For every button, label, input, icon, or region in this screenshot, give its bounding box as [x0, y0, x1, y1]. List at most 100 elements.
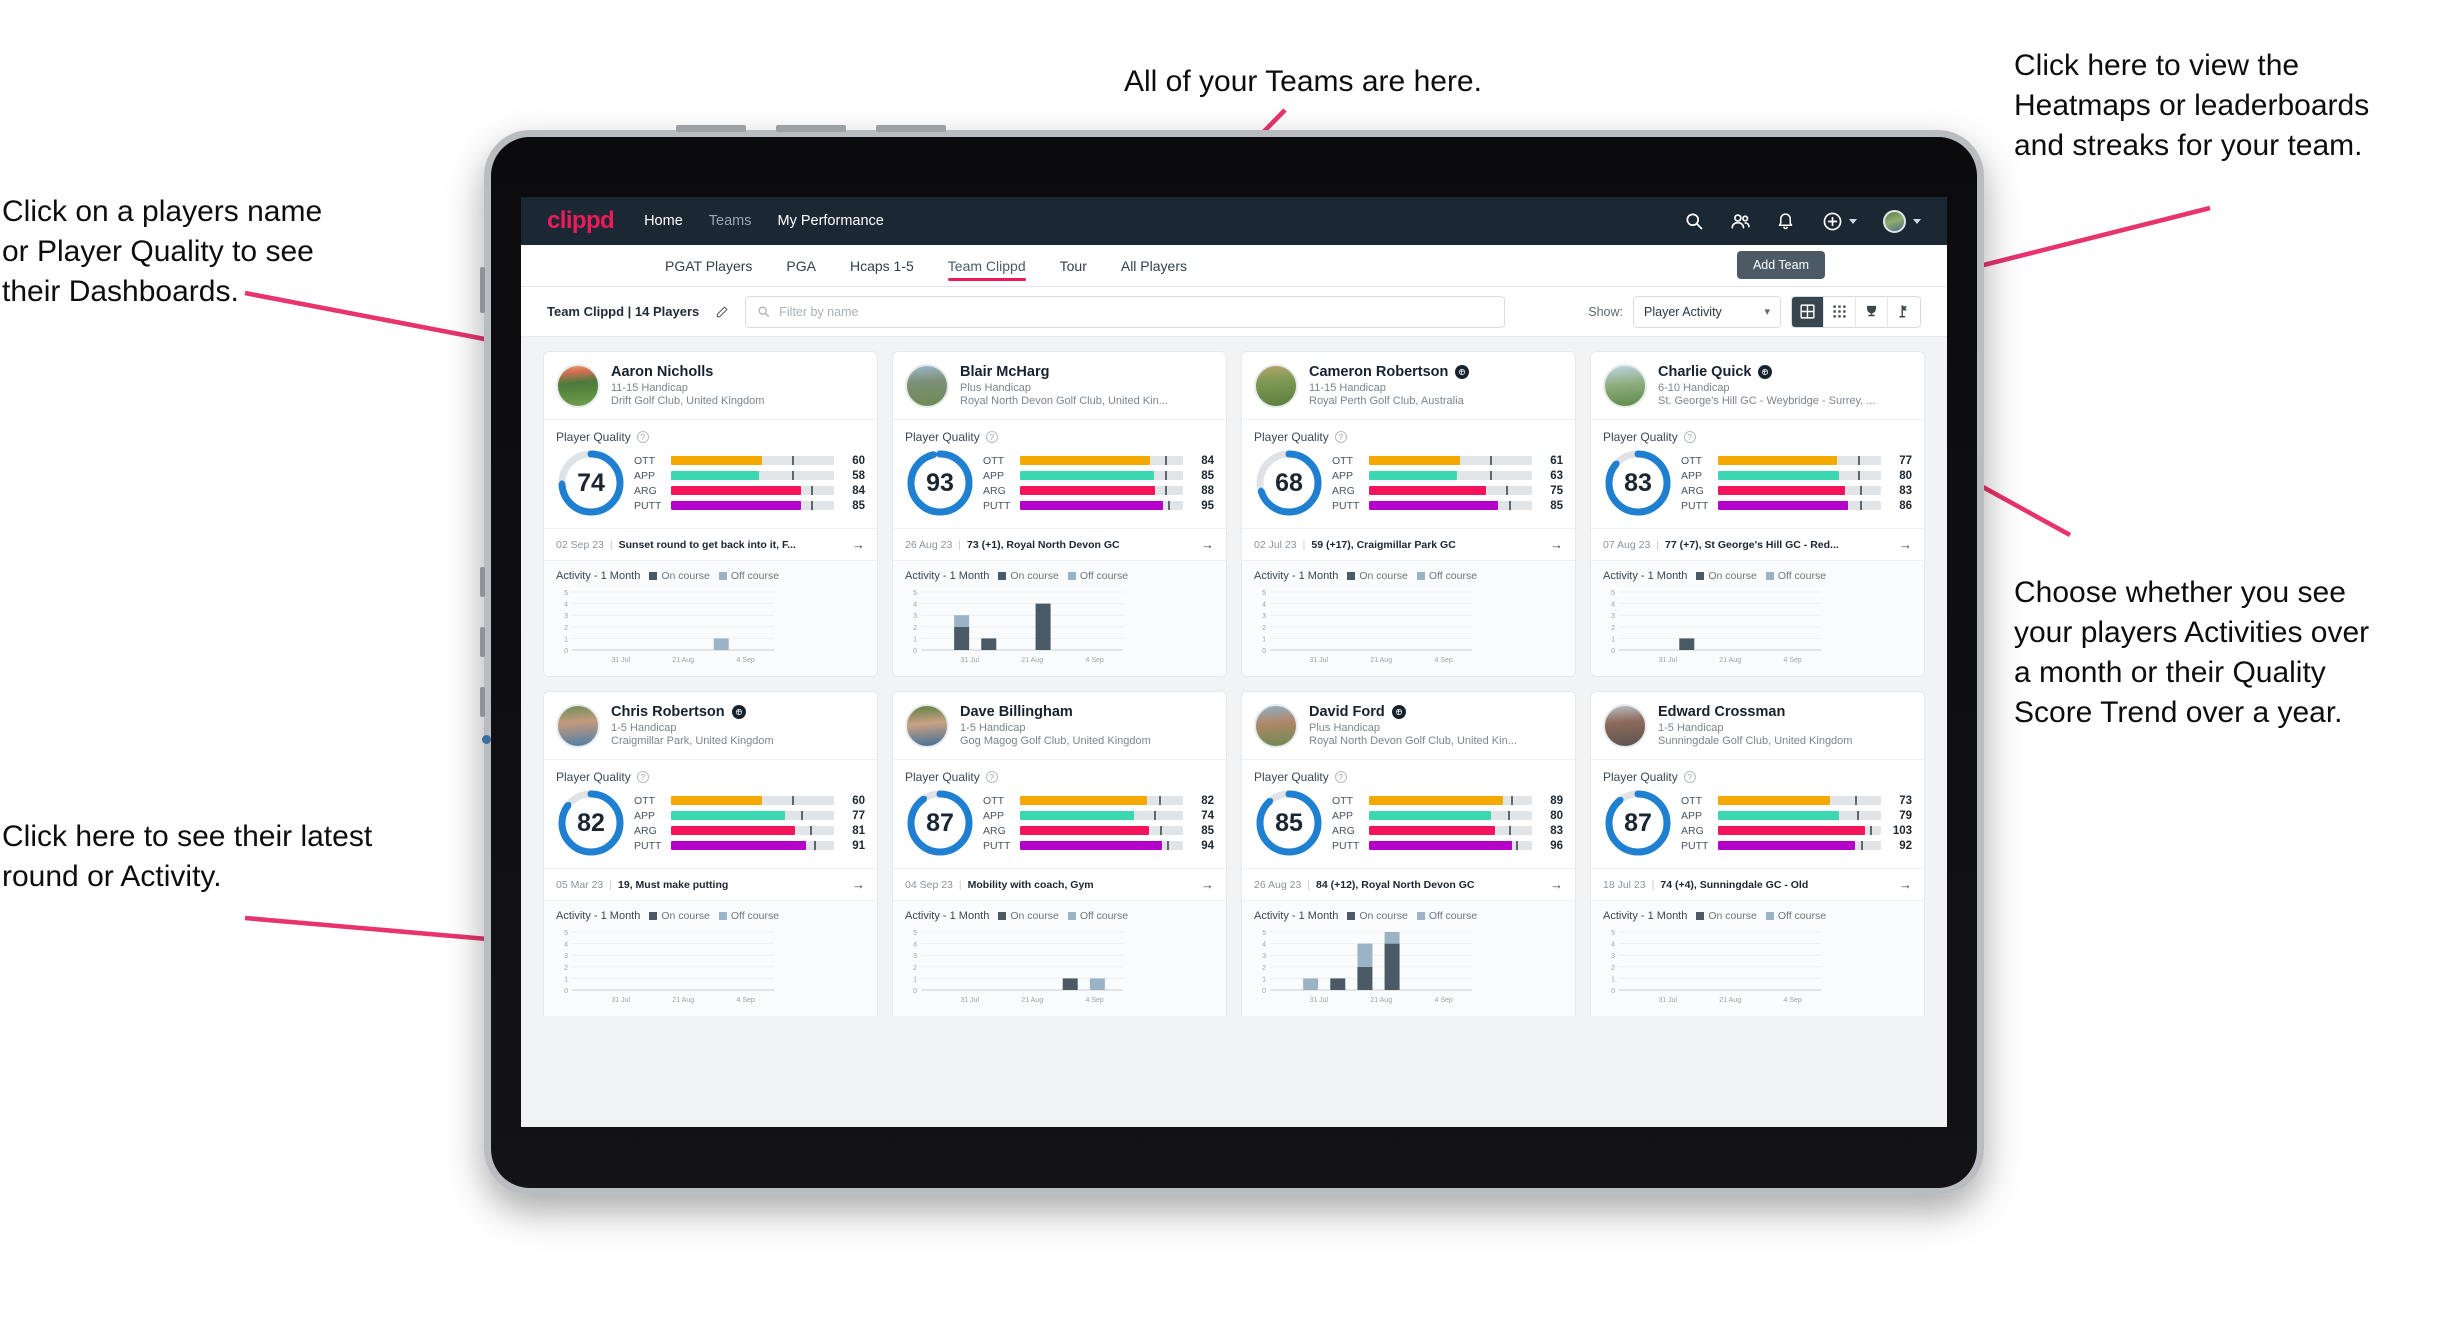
help-icon[interactable]: ?: [1334, 431, 1347, 443]
avatar[interactable]: [1254, 364, 1298, 408]
profile-menu[interactable]: [1883, 209, 1921, 233]
metric-bar: [1020, 811, 1183, 820]
arrow-right-icon[interactable]: →: [1550, 877, 1563, 892]
player-card[interactable]: Blair McHarg Plus Handicap Royal North D…: [892, 351, 1227, 677]
player-card[interactable]: Chris Robertson 1-5 Handicap Craigmillar…: [543, 691, 878, 1016]
add-team-button[interactable]: Add Team: [1736, 251, 1825, 279]
arrow-right-icon[interactable]: →: [852, 537, 865, 552]
avatar[interactable]: [1603, 704, 1647, 748]
add-menu[interactable]: [1822, 211, 1857, 231]
activity-chart-wrap: 0 1 2 3 4 5 31 Jul 21 Aug 4 Sep: [905, 588, 1214, 666]
arrow-right-icon[interactable]: →: [852, 877, 865, 892]
bell-icon[interactable]: [1776, 211, 1796, 231]
pencil-icon[interactable]: [711, 301, 733, 323]
player-quality-section[interactable]: Player Quality ? 93 OTT 84 APP 85 ARG 88…: [893, 420, 1226, 529]
people-icon[interactable]: [1730, 211, 1750, 231]
help-icon[interactable]: ?: [1683, 771, 1696, 783]
arrow-right-icon[interactable]: →: [1201, 877, 1214, 892]
arrow-right-icon[interactable]: →: [1201, 537, 1214, 552]
quality-score-ring: 82: [556, 788, 626, 858]
trophy-view-icon[interactable]: [1856, 296, 1888, 327]
player-card-header[interactable]: Charlie Quick 6-10 Handicap St. George's…: [1591, 352, 1924, 420]
avatar[interactable]: [1883, 209, 1906, 233]
show-select[interactable]: Player Activity ▾: [1633, 295, 1781, 328]
player-quality-section[interactable]: Player Quality ? 83 OTT 77 APP 80 ARG 83…: [1591, 420, 1924, 529]
avatar[interactable]: [905, 364, 949, 408]
player-card[interactable]: Edward Crossman 1-5 Handicap Sunningdale…: [1590, 691, 1925, 1016]
player-card[interactable]: Aaron Nicholls 11-15 Handicap Drift Golf…: [543, 351, 878, 677]
player-card-header[interactable]: Chris Robertson 1-5 Handicap Craigmillar…: [544, 692, 877, 760]
player-quality-section[interactable]: Player Quality ? 85 OTT 89 APP 80 ARG 83…: [1242, 760, 1575, 869]
player-card-header[interactable]: Edward Crossman 1-5 Handicap Sunningdale…: [1591, 692, 1924, 760]
latest-activity-row[interactable]: 07 Aug 23 | 77 (+7), St George's Hill GC…: [1591, 529, 1924, 561]
help-icon[interactable]: ?: [1334, 771, 1347, 783]
player-card-header[interactable]: Blair McHarg Plus Handicap Royal North D…: [893, 352, 1226, 420]
player-name[interactable]: Dave Billingham: [960, 704, 1073, 720]
dense-grid-view-icon[interactable]: [1824, 296, 1856, 327]
search-icon[interactable]: [1684, 211, 1704, 231]
avatar[interactable]: [556, 704, 600, 748]
player-card[interactable]: David Ford Plus Handicap Royal North Dev…: [1241, 691, 1576, 1016]
avatar[interactable]: [1603, 364, 1647, 408]
latest-activity-row[interactable]: 02 Sep 23 | Sunset round to get back int…: [544, 529, 877, 561]
svg-text:0: 0: [1262, 648, 1266, 655]
metric-bar: [1718, 456, 1881, 465]
player-card[interactable]: Dave Billingham 1-5 Handicap Gog Magog G…: [892, 691, 1227, 1016]
player-name[interactable]: Charlie Quick: [1658, 364, 1751, 380]
help-icon[interactable]: ?: [985, 431, 998, 443]
latest-activity-row[interactable]: 18 Jul 23 | 74 (+4), Sunningdale GC - Ol…: [1591, 869, 1924, 901]
arrow-right-icon[interactable]: →: [1899, 877, 1912, 892]
player-card[interactable]: Cameron Robertson 11-15 Handicap Royal P…: [1241, 351, 1576, 677]
grid-view-icon[interactable]: [1792, 296, 1824, 327]
player-quality-section[interactable]: Player Quality ? 68 OTT 61 APP 63 ARG 75…: [1242, 420, 1575, 529]
help-icon[interactable]: ?: [985, 771, 998, 783]
nav-item-teams[interactable]: Teams: [709, 213, 752, 229]
search-input[interactable]: Filter by name: [745, 295, 1506, 328]
player-card[interactable]: Charlie Quick 6-10 Handicap St. George's…: [1590, 351, 1925, 677]
latest-activity-row[interactable]: 26 Aug 23 | 73 (+1), Royal North Devon G…: [893, 529, 1226, 561]
arrow-right-icon[interactable]: →: [1899, 537, 1912, 552]
help-icon[interactable]: ?: [636, 771, 649, 783]
player-name[interactable]: Chris Robertson: [611, 704, 725, 720]
svg-text:2: 2: [564, 965, 568, 972]
nav-item-home[interactable]: Home: [644, 213, 683, 229]
player-card-header[interactable]: Cameron Robertson 11-15 Handicap Royal P…: [1242, 352, 1575, 420]
player-card-header[interactable]: Dave Billingham 1-5 Handicap Gog Magog G…: [893, 692, 1226, 760]
avatar[interactable]: [556, 364, 600, 408]
avatar[interactable]: [1254, 704, 1298, 748]
arrow-right-icon[interactable]: →: [1550, 537, 1563, 552]
tab-pga[interactable]: PGA: [786, 245, 816, 286]
metric-bar: [671, 471, 834, 480]
latest-activity-row[interactable]: 05 Mar 23 | 19, Must make putting →: [544, 869, 877, 901]
player-name[interactable]: Aaron Nicholls: [611, 364, 713, 380]
player-quality-section[interactable]: Player Quality ? 82 OTT 60 APP 77 ARG 81…: [544, 760, 877, 869]
latest-activity-row[interactable]: 04 Sep 23 | Mobility with coach, Gym →: [893, 869, 1226, 901]
tab-pgat-players[interactable]: PGAT Players: [665, 245, 752, 286]
tab-tour[interactable]: Tour: [1060, 245, 1087, 286]
plus-circle-icon[interactable]: [1822, 211, 1842, 231]
clippd-logo[interactable]: clippd: [547, 207, 615, 235]
flag-view-icon[interactable]: [1888, 296, 1920, 327]
svg-text:4: 4: [564, 602, 568, 609]
help-icon[interactable]: ?: [1683, 431, 1696, 443]
player-quality-section[interactable]: Player Quality ? 87 OTT 82 APP 74 ARG 85…: [893, 760, 1226, 869]
tab-team-clippd[interactable]: Team Clippd: [947, 245, 1026, 286]
player-card-header[interactable]: David Ford Plus Handicap Royal North Dev…: [1242, 692, 1575, 760]
player-card-header[interactable]: Aaron Nicholls 11-15 Handicap Drift Golf…: [544, 352, 877, 420]
svg-text:3: 3: [1611, 953, 1615, 960]
tab-hcaps-1-5[interactable]: Hcaps 1-5: [850, 245, 914, 286]
latest-activity-row[interactable]: 26 Aug 23 | 84 (+12), Royal North Devon …: [1242, 869, 1575, 901]
tab-all-players[interactable]: All Players: [1121, 245, 1187, 286]
player-quality-section[interactable]: Player Quality ? 74 OTT 60 APP 58 ARG 84…: [544, 420, 877, 529]
player-name[interactable]: Cameron Robertson: [1309, 364, 1448, 380]
player-name[interactable]: Blair McHarg: [960, 364, 1049, 380]
quality-score-ring: 87: [905, 788, 975, 858]
metric-bar: [1020, 501, 1183, 510]
player-name[interactable]: David Ford: [1309, 704, 1385, 720]
avatar[interactable]: [905, 704, 949, 748]
nav-item-my-performance[interactable]: My Performance: [777, 213, 883, 229]
player-quality-section[interactable]: Player Quality ? 87 OTT 73 APP 79 ARG 10…: [1591, 760, 1924, 869]
latest-activity-row[interactable]: 02 Jul 23 | 59 (+17), Craigmillar Park G…: [1242, 529, 1575, 561]
help-icon[interactable]: ?: [636, 431, 649, 443]
player-name[interactable]: Edward Crossman: [1658, 704, 1785, 720]
